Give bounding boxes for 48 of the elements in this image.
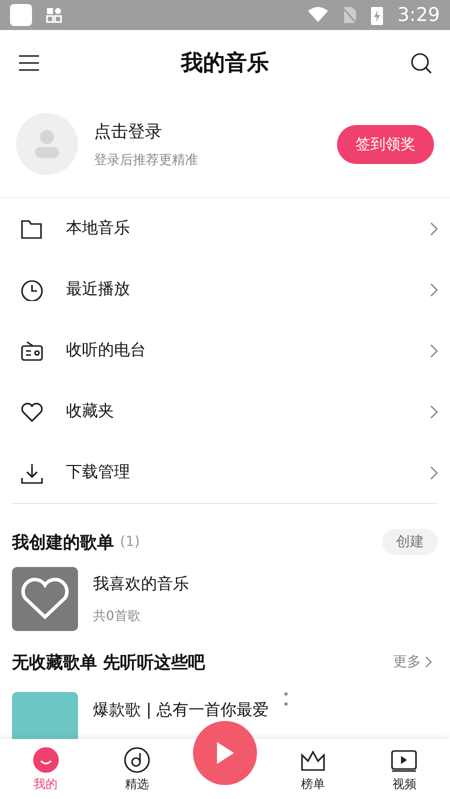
create-button[interactable]: 创建 — [382, 529, 438, 555]
nav-tab[interactable]: 精选 — [102, 747, 172, 793]
more-options-icon[interactable] — [284, 692, 288, 706]
chevron-right-icon — [430, 404, 438, 418]
menu-item[interactable]: 下载管理 — [12, 442, 438, 503]
more-link[interactable]: 更多 — [387, 652, 438, 672]
menu-item[interactable]: 本地音乐 — [12, 198, 438, 259]
nav-tab[interactable]: 榜单 — [278, 749, 348, 793]
chevron-right-icon — [430, 282, 438, 296]
no-sim-icon — [343, 6, 358, 24]
folder-icon — [20, 218, 44, 240]
clock-time: 3:29 — [397, 4, 440, 26]
menu-icon[interactable] — [18, 54, 40, 72]
page-title: 我的音乐 — [181, 50, 269, 78]
menu-item[interactable]: 最近播放 — [12, 259, 438, 320]
playlist-cover[interactable] — [12, 567, 78, 631]
photo-placeholder[interactable] — [12, 692, 78, 742]
battery-icon — [371, 5, 384, 25]
sign-in-reward-button[interactable]: 签到领奖 — [337, 124, 434, 164]
chevron-right-icon — [430, 466, 438, 480]
download-icon — [20, 462, 44, 484]
section-title: 我创建的歌单 — [12, 532, 114, 554]
clock-icon — [20, 278, 44, 300]
nav-tab[interactable]: 视频 — [369, 749, 440, 793]
section-title: 无收藏歌单 先听听这些吧 — [12, 652, 205, 674]
nav-tab[interactable]: 我的 — [10, 747, 81, 793]
menu-item[interactable]: 收藏夹 — [12, 381, 438, 442]
chevron-right-icon — [430, 222, 438, 236]
crown-icon — [300, 749, 326, 773]
playlist-name[interactable]: 我喜欢的音乐 — [93, 574, 189, 594]
login-prompt[interactable]: 点击登录 — [94, 120, 321, 142]
wifi-icon — [307, 7, 330, 23]
playlist-name[interactable]: 爆款歌 | 总有一首你最爱 — [93, 700, 269, 721]
app-icon — [10, 4, 32, 26]
smile-icon — [32, 747, 59, 773]
heart-icon — [20, 400, 44, 422]
heart-icon — [19, 577, 71, 621]
song-count: 共0首歌 — [93, 608, 142, 624]
radio-icon — [20, 340, 44, 362]
playlist-count: (1) — [120, 534, 141, 550]
search-icon[interactable] — [410, 52, 432, 74]
chevron-right-icon — [425, 656, 432, 668]
disc-icon — [124, 747, 150, 773]
grid-icon — [46, 7, 62, 23]
menu-item[interactable]: 收听的电台 — [12, 320, 438, 381]
chevron-right-icon — [430, 344, 438, 358]
login-hint: 登录后推荐更精准 — [94, 152, 199, 168]
video-icon — [391, 749, 418, 773]
